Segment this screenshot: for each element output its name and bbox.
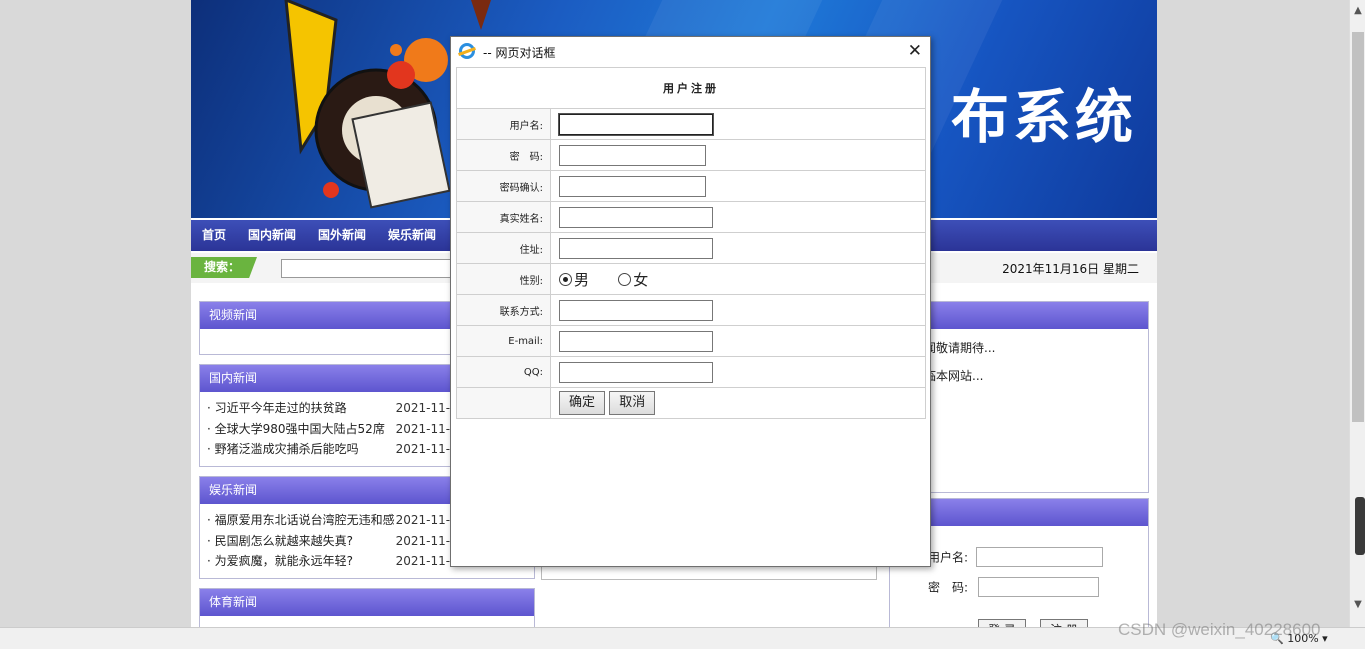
panel-title: 体育新闻 [200,589,534,616]
form-caption: 用户注册 [456,67,926,109]
news-date: 2021-11- [395,554,451,568]
news-title[interactable]: 民国剧怎么就越来越失真? [215,531,396,552]
news-date: 2021-11- [395,442,451,456]
news-title[interactable]: 为爱疯魔，就能永远年轻? [215,551,396,572]
banner-title: 布系统 [951,83,1138,151]
register-dialog: -- 网页对话框 ✕ 用户注册 用户名: 密 码: 密码确认: 真实姓名: 住址… [450,36,931,567]
realname-field[interactable] [559,206,713,228]
news-title[interactable]: 全球大学980强中国大陆占52席 [215,419,396,440]
news-date: 2021-11- [395,401,451,415]
gender-female-label: 女 [633,270,649,289]
news-title[interactable]: 福原爱用东北话说台湾腔无违和感 [215,510,396,531]
news-date: 2021-11- [395,533,451,548]
side-grip [1355,497,1365,555]
news-date: 2021-11- [395,421,451,436]
password-label: 密 码: [456,139,551,171]
address-label: 住址: [456,232,551,264]
nav-international[interactable]: 国外新闻 [307,220,377,251]
address-field[interactable] [559,237,713,259]
contact-label: 联系方式: [456,294,551,326]
current-date: 2021年11月16日 星期二 [1002,262,1139,276]
news-date: 2021-11- [395,513,451,527]
username-label: 用户名: [928,550,969,565]
email-field[interactable] [559,330,713,352]
gender-male-label: 男 [574,270,590,289]
empty-cell [456,387,551,419]
password-field[interactable] [559,144,706,166]
qq-label: QQ: [456,356,551,388]
gender-female-radio[interactable] [618,272,632,286]
cancel-button[interactable]: 取消 [609,391,656,415]
username-field[interactable] [558,112,714,136]
confirm-password-label: 密码确认: [456,170,551,202]
close-icon[interactable]: ✕ [908,41,922,61]
login-username-row: 用户名: [928,547,1103,567]
scroll-up-icon[interactable]: ▲ [1352,4,1364,18]
scroll-thumb[interactable] [1352,32,1364,422]
news-title[interactable]: 习近平今年走过的扶贫路 [215,398,396,419]
ok-button[interactable]: 确定 [559,391,606,415]
watermark: CSDN @weixin_40228600 [1118,620,1321,639]
news-title[interactable]: 野猪泛滥成灾捕杀后能吃吗 [215,439,396,460]
qq-field[interactable] [559,361,713,383]
dialog-titlebar: -- 网页对话框 ✕ [451,37,930,67]
scroll-down-icon[interactable]: ▼ [1352,598,1364,612]
login-password-input[interactable] [977,577,1099,597]
nav-home[interactable]: 首页 [191,220,237,251]
confirm-password-field[interactable] [559,175,706,197]
nav-entertainment[interactable]: 娱乐新闻 [377,220,447,251]
ie-icon [459,43,475,59]
register-form: 用户注册 用户名: 密 码: 密码确认: 真实姓名: 住址: 性别: 男 女 联… [456,67,926,419]
username-label: 用户名: [456,108,551,140]
dialog-title: -- 网页对话框 [483,46,556,60]
email-label: E-mail: [456,325,551,357]
password-label: 密 码: [928,580,969,595]
search-input[interactable] [281,259,451,278]
realname-label: 真实姓名: [456,201,551,233]
contact-field[interactable] [559,299,713,321]
gender-male-radio[interactable] [559,272,572,286]
gender-label: 性别: [456,263,551,295]
login-username-input[interactable] [975,547,1103,567]
nav-domestic[interactable]: 国内新闻 [237,220,307,251]
login-password-row: 密 码: [928,577,1099,597]
search-label: 搜索： [191,257,257,278]
